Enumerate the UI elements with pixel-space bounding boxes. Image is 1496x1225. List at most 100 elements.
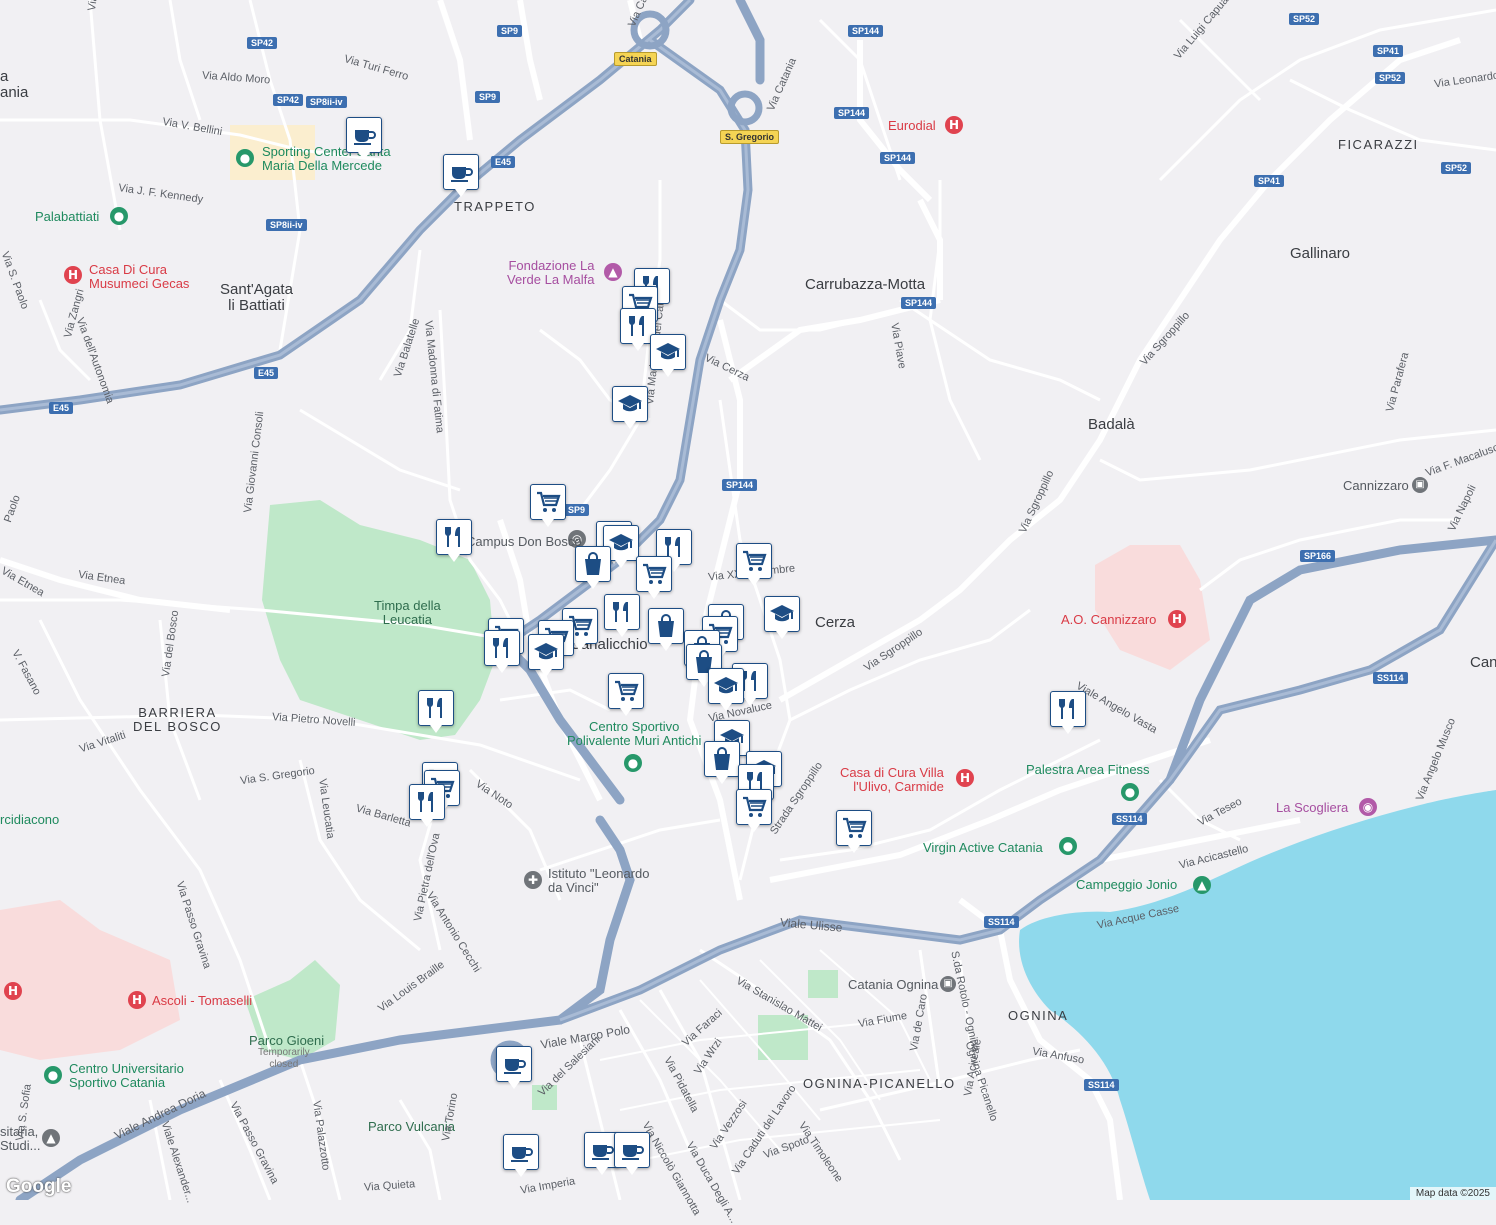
road-shield: SP144 (901, 297, 937, 309)
school-icon (714, 677, 738, 694)
map-marker-restaurant[interactable] (1050, 691, 1086, 734)
grocery-icon (843, 817, 867, 838)
map-marker-shopping[interactable] (648, 608, 684, 651)
map-marker-school[interactable] (764, 596, 800, 639)
map-marker-restaurant[interactable] (436, 519, 472, 562)
map-marker-cafe[interactable] (346, 117, 382, 160)
train-station-icon[interactable]: ▣ (940, 976, 956, 992)
gym-icon[interactable]: ● (1059, 837, 1077, 855)
cafe-icon (622, 1145, 644, 1160)
map-attribution[interactable]: Map data ©2025 (1409, 1187, 1496, 1200)
map-marker-restaurant[interactable] (409, 784, 445, 827)
map-marker-school[interactable] (528, 634, 564, 677)
hospital-icon[interactable]: H (64, 266, 82, 284)
map-marker-cafe[interactable] (614, 1132, 650, 1175)
road-shield: SP9 (497, 25, 523, 37)
school-icon (609, 534, 633, 551)
map-marker-shopping[interactable] (704, 741, 740, 784)
hospital-icon[interactable]: H (4, 982, 22, 1000)
road-shield: SS114 (984, 916, 1019, 928)
road-shield: SP9 (564, 504, 590, 516)
road-shield: E45 (49, 402, 74, 414)
landmark-icon[interactable]: ✚ (524, 871, 542, 889)
grocery-icon (615, 680, 639, 701)
grocery-icon (537, 491, 561, 512)
school-icon (656, 343, 680, 360)
road-shield: E45 (491, 156, 516, 168)
label-s-gregorio: S. Gregorio (720, 130, 780, 144)
road-shield: SP8ii-iv (306, 96, 347, 108)
shopping-icon (714, 747, 730, 770)
cafe-icon (504, 1059, 526, 1074)
attraction-icon[interactable]: ◉ (1359, 798, 1377, 816)
map-marker-restaurant[interactable] (418, 690, 454, 733)
road-shield: SP166 (1300, 550, 1336, 562)
hospital-icon[interactable]: H (945, 116, 963, 134)
map-marker-school[interactable] (650, 334, 686, 377)
road-shield: SP9 (475, 91, 501, 103)
road-shield: SP144 (722, 479, 758, 491)
park-small-3 (532, 1085, 557, 1110)
campground-icon[interactable]: ▲ (1193, 876, 1211, 894)
sports-icon[interactable]: ● (624, 754, 642, 772)
road-shield: SP144 (848, 25, 884, 37)
road-shield: SP8ii-iv (266, 219, 307, 231)
map-marker-cafe[interactable] (496, 1046, 532, 1089)
restaurant-icon (613, 602, 628, 622)
hospital-icon[interactable]: H (956, 769, 974, 787)
school-icon (770, 605, 794, 622)
map-marker-restaurant[interactable] (484, 630, 520, 673)
road-shield: SP42 (273, 94, 304, 106)
restaurant-icon (418, 792, 433, 812)
shopping-icon (658, 614, 674, 637)
cafe-icon (354, 130, 376, 145)
label-catania: Catania (614, 52, 657, 66)
university-icon[interactable]: ▲ (42, 1129, 60, 1147)
road-shield: SP144 (834, 107, 870, 119)
museum-icon[interactable]: ▲ (604, 263, 622, 281)
sports-icon[interactable]: ● (110, 207, 128, 225)
restaurant-icon (629, 316, 644, 336)
school-icon (618, 395, 642, 412)
restaurant-icon (445, 527, 460, 547)
road-shield: SS114 (1084, 1079, 1119, 1091)
hospital-icon[interactable]: H (1168, 610, 1186, 628)
train-station-icon[interactable]: ▣ (1412, 477, 1428, 493)
map-marker-cafe[interactable] (503, 1134, 539, 1177)
road-shield: SP41 (1254, 175, 1285, 187)
restaurant-icon (1059, 699, 1074, 719)
road-shield: SP52 (1441, 162, 1472, 174)
map-marker-grocery[interactable] (736, 789, 772, 832)
map-marker-grocery[interactable] (736, 543, 772, 586)
map-marker-grocery[interactable] (530, 484, 566, 527)
map-marker-grocery[interactable] (608, 673, 644, 716)
grocery-icon (743, 796, 767, 817)
map-marker-shopping[interactable] (575, 546, 611, 589)
map-marker-restaurant[interactable] (604, 594, 640, 637)
road-shield: SS114 (1373, 672, 1408, 684)
map-marker-grocery[interactable] (636, 556, 672, 599)
cafe-icon (451, 167, 473, 182)
shopping-icon (585, 552, 601, 575)
road-shield: SP42 (247, 37, 278, 49)
sports-icon[interactable]: ● (44, 1066, 62, 1084)
map-marker-cafe[interactable] (443, 154, 479, 197)
hospital-icon[interactable]: H (128, 991, 146, 1009)
road-shield: SS114 (1112, 813, 1147, 825)
road-shield: E45 (254, 367, 279, 379)
cafe-icon (511, 1147, 533, 1162)
map-marker-school[interactable] (612, 386, 648, 429)
restaurant-icon (427, 698, 442, 718)
school-icon (534, 643, 558, 660)
road-shield: SP52 (1289, 13, 1320, 25)
map-marker-grocery[interactable] (836, 810, 872, 853)
sports-icon[interactable]: ● (236, 149, 254, 167)
cafe-icon (592, 1145, 614, 1160)
road-shield: SP144 (880, 152, 916, 164)
grocery-icon (743, 550, 767, 571)
road-shield: SP52 (1375, 72, 1406, 84)
gym-icon[interactable]: ● (1121, 783, 1139, 801)
map-marker-school[interactable] (708, 668, 744, 711)
park-small-2 (758, 1015, 808, 1060)
grocery-icon (643, 563, 667, 584)
